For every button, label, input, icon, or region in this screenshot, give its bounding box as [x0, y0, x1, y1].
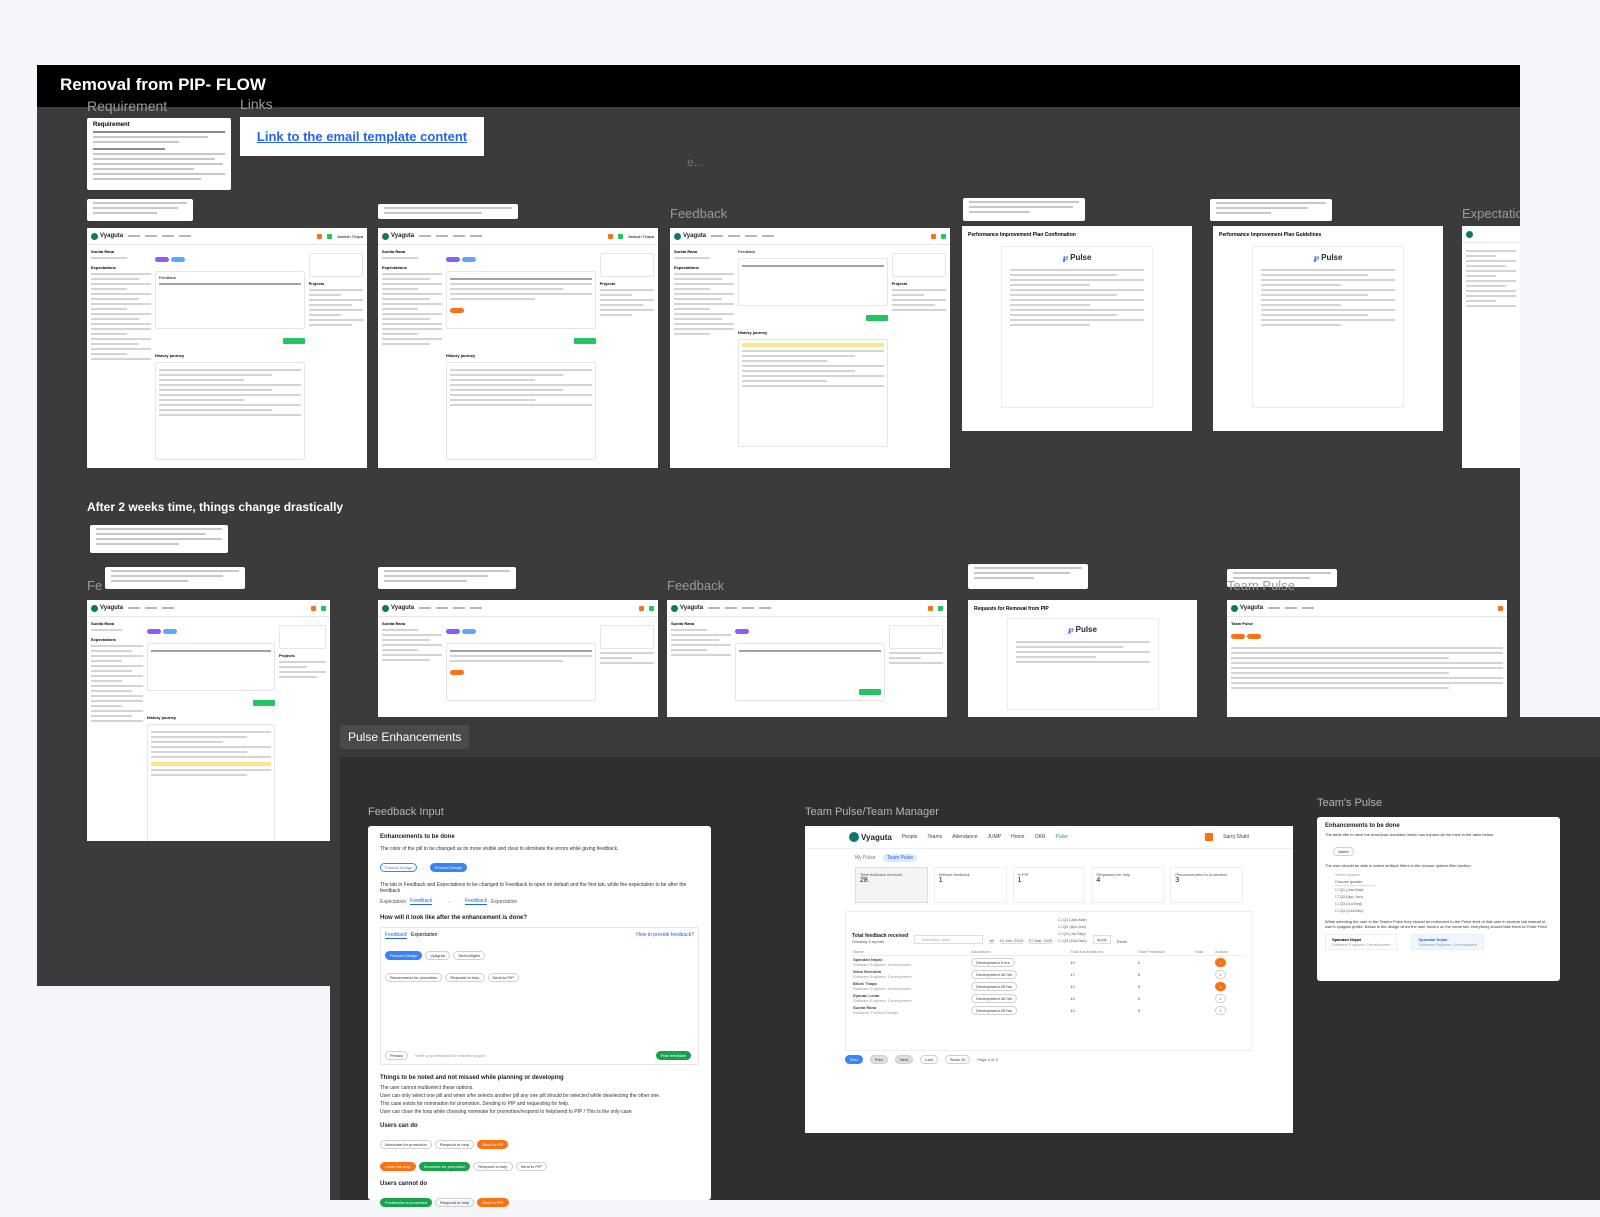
pulse-enhancements-tag[interactable]: Pulse Enhancements	[340, 725, 470, 749]
feedback-mockup: Feedback Expectation How to provide feed…	[380, 927, 699, 1065]
table-row[interactable]: Dyanan Lohar Software Engineer, Developme…	[852, 992, 1246, 1004]
feedback-input-label: Feedback Input	[368, 806, 444, 818]
doc-pip-guidelines: Performance Improvement Plan Guidelines …	[1213, 226, 1443, 431]
team-manager-label: Team Pulse/Team Manager	[805, 806, 939, 818]
user-card-hover[interactable]: Spandan Nepal Software Engineer, Developm…	[1411, 934, 1484, 950]
apply-button[interactable]: Apply	[1092, 935, 1111, 944]
expectation-label-partial: Expectation	[1462, 206, 1520, 221]
end-date[interactable]: 07 Mar, 2023	[1028, 938, 1053, 944]
requirement-heading: Requirement	[93, 122, 130, 128]
sticky-note	[87, 199, 193, 221]
section2-title: After 2 weeks time, things change drasti…	[87, 500, 344, 514]
team-manager-screen: Vyaguta People Teams Attendance JUMP Hon…	[805, 826, 1293, 1133]
user-menu[interactable]: Saroj Shahi	[1223, 834, 1249, 840]
nav-people[interactable]: People	[902, 834, 918, 840]
quarter-select[interactable]: Choose quarter	[1335, 878, 1375, 886]
teams-pulse-heading: Enhancements to be done	[1325, 823, 1400, 829]
first-page-button[interactable]: First	[845, 1055, 863, 1064]
doc-removal-request: Requests for Removal from PIP ℘ Pulse	[968, 600, 1197, 717]
team-pulse-label-partial: Team Pulse	[1227, 578, 1295, 593]
tab-expectation[interactable]: Expectation	[411, 932, 437, 938]
links-label: Links	[240, 96, 273, 112]
stat-promotion[interactable]: Recommended for promotion 3	[1170, 867, 1243, 903]
sticky-note	[1210, 199, 1332, 221]
screen-feedback-2: Vyaguta Ashesh Thapa Sunita Rana Expectati…	[378, 228, 658, 468]
pulse-logo-icon: ℘	[1062, 253, 1069, 262]
sticky-note	[105, 567, 245, 589]
sticky-note	[378, 567, 516, 589]
feedback-table: Name Allocations Total Expectations Total F…	[852, 948, 1246, 1016]
screen-feedback-6: Vyaguta Sunita Rana	[667, 600, 947, 717]
how-look-heading: How will it look like after the enhancem…	[380, 915, 528, 921]
nav-okr[interactable]: OKR	[1035, 834, 1046, 840]
page-indicator: Page 1 of 3	[977, 1057, 998, 1062]
reset-button[interactable]: Reset	[1117, 939, 1127, 944]
stat-help[interactable]: Requested for help 4	[1091, 867, 1165, 903]
table-row[interactable]: Neha Shrestha Software Engineer, Developm…	[852, 968, 1246, 980]
nav-teams[interactable]: Teams	[927, 834, 942, 840]
table-row[interactable]: Bibek Thapa Software Engineer, Developmen…	[852, 980, 1246, 992]
privacy-select[interactable]: Privacy	[385, 1051, 409, 1060]
pulse-logo-icon: ℘	[1313, 253, 1320, 262]
search-input[interactable]: Search by name	[914, 935, 984, 944]
page-size-select[interactable]: Show 10	[944, 1055, 971, 1064]
screen-feedback-1: Vyaguta Ashesh Thapa Sunita Rana Expectati…	[87, 228, 367, 468]
post-feedback-button[interactable]: Post feedback	[655, 1051, 691, 1060]
stat-pip[interactable]: In PIP 1	[1012, 867, 1086, 903]
project-select[interactable]: All	[989, 938, 994, 944]
point-pill-color: The color of the pill to be changed as i…	[380, 846, 619, 852]
last-page-button[interactable]: Last	[920, 1055, 938, 1064]
nav-jump[interactable]: JUMP	[987, 834, 1001, 840]
user-card[interactable]: Spandan Nepal Software Engineer, Developm…	[1325, 934, 1398, 950]
table-row[interactable]: Sunita Rana Designer, Product Design Devel…	[852, 1004, 1246, 1016]
doc-pip-confirmation: Performance Improvement Plan Confirmatio…	[962, 226, 1192, 431]
screen-feedback-3: Vyaguta Sunita Rana Expectations Feedback…	[670, 228, 950, 468]
enhancements-heading: Enhancements to be done	[380, 834, 455, 840]
tab-my-pulse[interactable]: My Pulse	[855, 855, 876, 861]
feedback-label-partial: Fe	[87, 578, 103, 593]
feedback-label-row2: Feedback	[667, 578, 725, 593]
tab-team-pulse[interactable]: Team Pulse	[882, 854, 918, 862]
sticky-note	[90, 525, 228, 553]
feedback-input-card: Enhancements to be done The color of the…	[368, 826, 711, 1207]
notification-icon[interactable]	[1205, 833, 1214, 841]
how-to-feedback-link[interactable]: How to provide feedback?	[636, 932, 694, 938]
screen-feedback-4: Vyaguta Sunita Rana Expectations History …	[87, 600, 330, 841]
requirement-label: Requirement	[87, 98, 168, 114]
feedback-label-row1: Feedback	[670, 206, 728, 221]
users-cannot-do-heading: Users cannot do	[380, 1181, 428, 1187]
email-template-link[interactable]: Link to the email template content	[257, 129, 467, 144]
requirement-note: Requirement	[87, 118, 231, 190]
email-link-box: Link to the email template content	[240, 117, 484, 156]
stat-without[interactable]: Without feedback 1	[933, 867, 1007, 903]
faded-text: e...	[687, 155, 704, 169]
nav-attendance[interactable]: Attendance	[952, 834, 977, 840]
screen-team-pulse: Vyaguta Team Pulse	[1227, 600, 1507, 717]
teams-pulse-card: Enhancements to be done The table title …	[1317, 817, 1560, 981]
sticky-note	[378, 204, 518, 219]
teams-pulse-label: Team's Pulse	[1317, 797, 1383, 809]
pulse-logo-icon: ℘	[1068, 625, 1074, 634]
point-tab-order: The tab in Feedback and Expectations to …	[380, 882, 687, 894]
nav-honor[interactable]: Honor	[1011, 834, 1025, 840]
tab-feedback[interactable]: Feedback	[385, 932, 407, 939]
users-can-do-heading: Users can do	[380, 1123, 418, 1129]
name-button[interactable]: Name	[1333, 847, 1354, 856]
feedback-input[interactable]: Write your feedback for selected project	[415, 1053, 652, 1058]
next-page-button[interactable]: Next	[895, 1055, 914, 1064]
stat-total[interactable]: Total feedback received 28	[855, 867, 928, 903]
screen-expectation-partial	[1462, 226, 1520, 468]
start-date[interactable]: 01 Jan, 2023	[999, 938, 1023, 944]
table-row[interactable]: Spandan Nepal Software Engineer, Developm…	[852, 956, 1246, 969]
nav-pulse[interactable]: Pulse	[1056, 834, 1069, 840]
prev-page-button[interactable]: Prev	[869, 1055, 889, 1064]
sticky-note	[968, 564, 1088, 589]
board-title: Removal from PIP- FLOW	[60, 75, 266, 94]
notes-heading: Things to be noted and not missed while …	[380, 1075, 564, 1081]
sticky-note	[963, 198, 1085, 221]
screen-feedback-5: Vyaguta Sunita Rana	[378, 600, 658, 717]
